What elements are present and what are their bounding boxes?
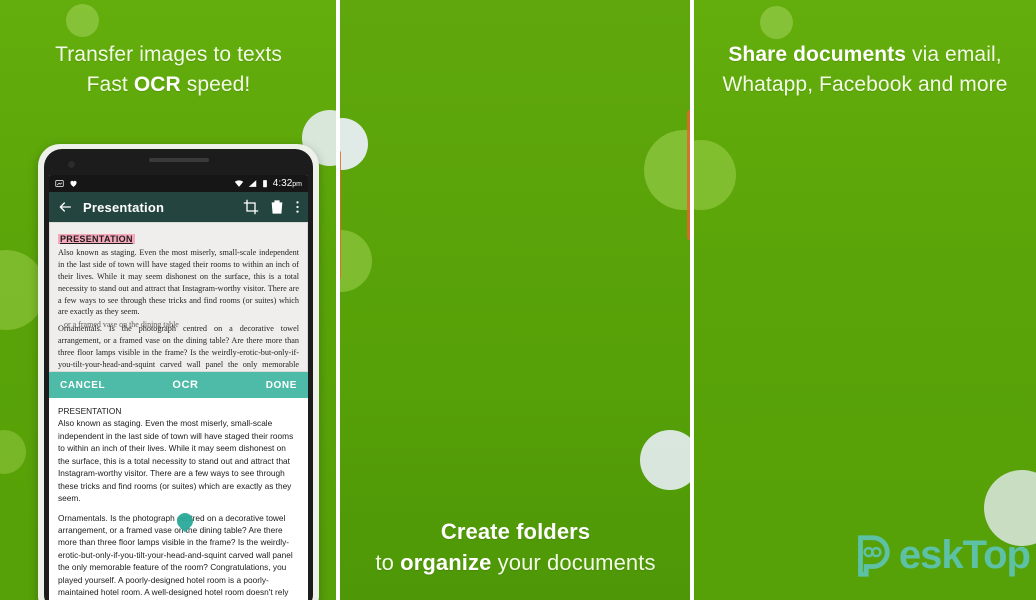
promo-screenshot-stage: Transfer images to texts Fast OCR speed! [0,0,1036,600]
scan-overlay-smudge: or a framed vase on the dining table [64,320,179,329]
signal-icon [248,180,257,187]
headline-line-1: Create folders [440,518,591,544]
status-time: 4:32pm [272,178,302,189]
heart-icon [70,180,77,187]
promo-panel-middle: My Docs (14) Created: Tod [340,0,691,600]
back-arrow-icon[interactable] [57,199,73,215]
battery-icon [262,180,267,188]
phone-mockup-ocr: 4:32pm Presentation PRESENTATION Also kn… [38,144,319,600]
phone-front-camera [68,161,75,168]
promo-panel-right: Share documents via email, Whatapp, Face… [694,0,1036,600]
scan-paragraph-2: Ornamentals. Is the photograph centred o… [58,324,299,370]
delete-icon[interactable] [269,199,285,215]
headline-line-2: to organize your documents [375,549,656,575]
wifi-icon [234,179,243,187]
headline-line-1: Transfer images to texts [55,43,282,66]
ocr-output-title: PRESENTATION [58,406,122,416]
overflow-menu-icon[interactable] [295,199,300,215]
headline-right: Share documents via email, Whatapp, Face… [694,40,1036,100]
done-button[interactable]: DONE [266,380,297,391]
headline-line-2: Whatapp, Facebook and more [722,72,1008,96]
panel-divider [690,0,694,600]
status-bar: 4:32pm [49,175,308,192]
status-left-icons [55,179,78,188]
headline-line-2: Fast OCR speed! [86,72,251,96]
status-right-icons: 4:32pm [234,178,302,189]
screenshot-icon [55,180,64,187]
cancel-button[interactable]: CANCEL [60,380,105,391]
ocr-action-bar: CANCEL OCR DONE [49,372,308,398]
phone-speaker [148,158,209,162]
ocr-output-text[interactable]: PRESENTATION Also known as staging. Even… [49,398,308,600]
headline-middle: Create folders to organize your document… [340,516,691,578]
panel-background [340,0,691,600]
ocr-app-bar: Presentation [49,192,308,222]
phone-screen-ocr: 4:32pm Presentation PRESENTATION Also kn… [49,175,308,600]
promo-panel-left: Transfer images to texts Fast OCR speed! [0,0,337,600]
headline-line-1: Share documents via email, [728,43,1002,66]
ocr-document-title: Presentation [83,199,165,215]
scan-paragraph-1: Also known as staging. Even the most mis… [58,248,299,317]
scanned-document-preview[interactable]: PRESENTATION Also known as staging. Even… [49,222,308,372]
ocr-button[interactable]: OCR [105,379,265,391]
panel-divider [336,0,340,600]
ocr-output-paragraph-1: Also known as staging. Even the most mis… [58,418,294,504]
crop-icon[interactable] [243,199,259,215]
headline-left: Transfer images to texts Fast OCR speed! [0,40,337,100]
scan-heading: PRESENTATION [58,234,135,244]
